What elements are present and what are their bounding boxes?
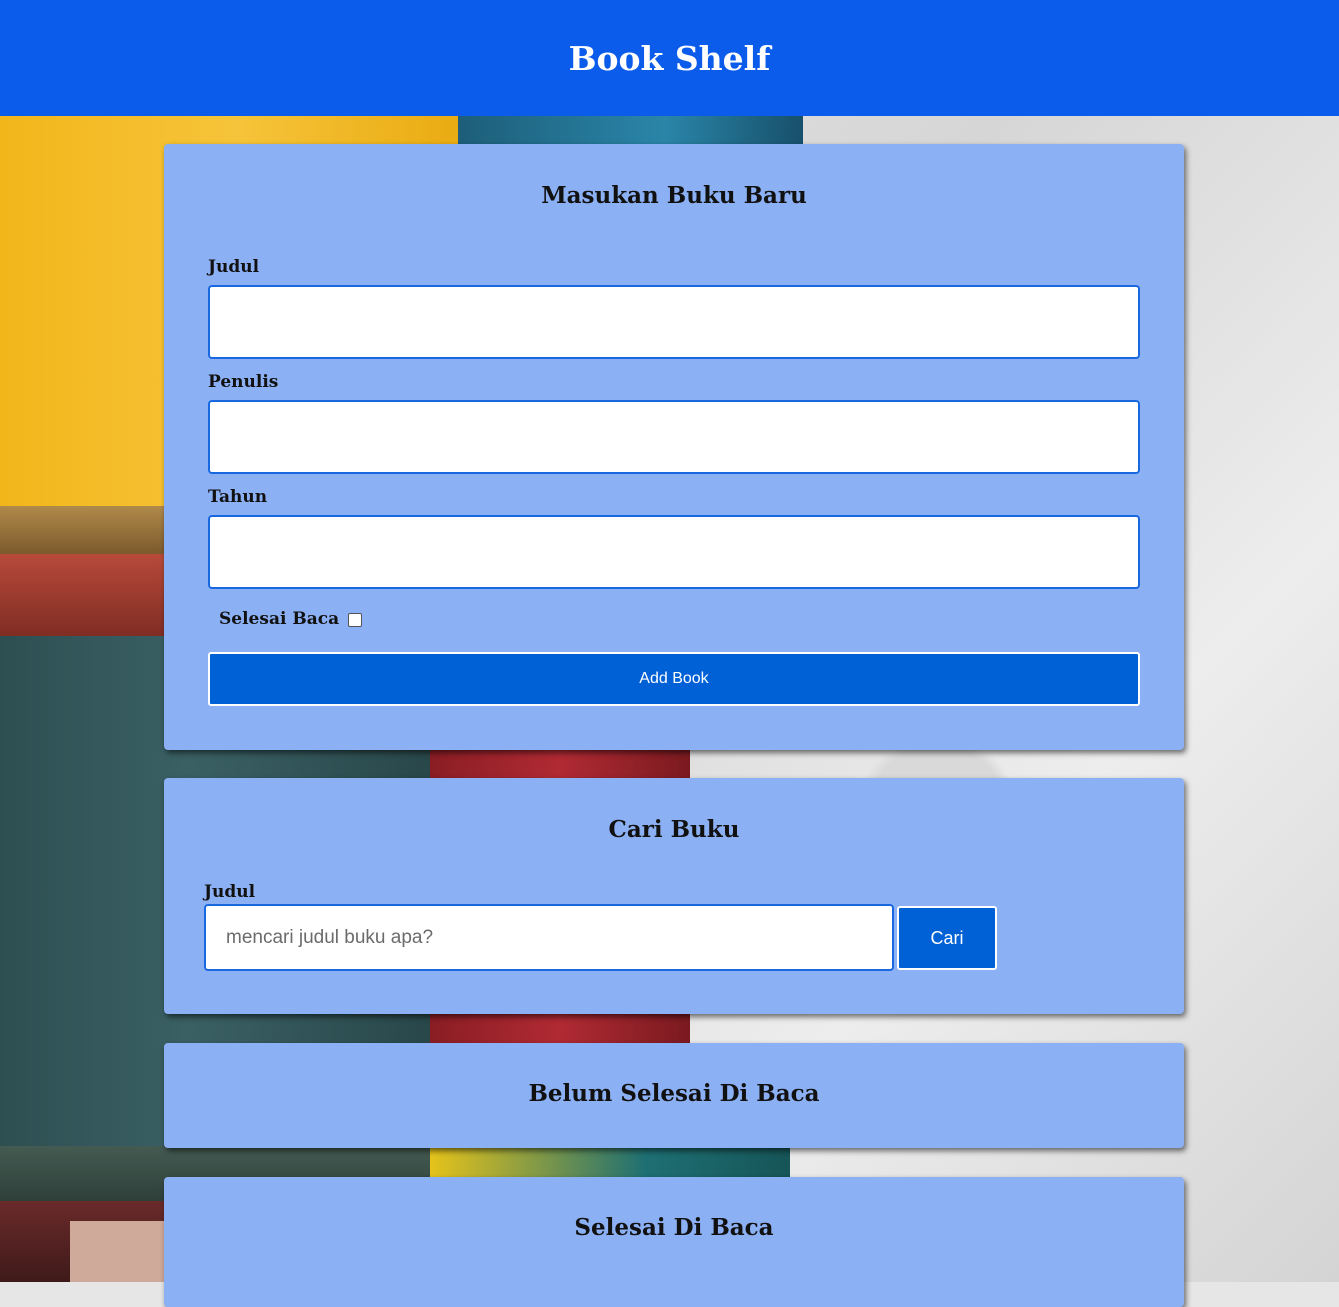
search-button[interactable]: Cari [897,906,997,970]
add-book-title: Masukan Buku Baru [541,182,807,209]
incomplete-shelf-title: Belum Selesai Di Baca [528,1080,820,1107]
app-header: Book Shelf [0,0,1339,116]
complete-shelf-title: Selesai Di Baca [574,1214,774,1241]
search-input[interactable] [204,904,894,971]
app-title: Book Shelf [568,38,771,78]
author-input[interactable] [208,400,1140,474]
search-label: Judul [204,882,256,902]
search-title: Cari Buku [608,816,740,843]
finished-checkbox-label: Selesai Baca [219,609,340,629]
year-input[interactable] [208,515,1140,589]
year-label: Tahun [208,487,268,507]
complete-shelf: Selesai Di Baca [164,1177,1184,1307]
add-book-button[interactable]: Add Book [208,652,1140,706]
finished-checkbox[interactable] [348,613,362,627]
title-input[interactable] [208,285,1140,359]
search-section: Cari Buku Judul Cari [164,778,1184,1014]
author-label: Penulis [208,372,279,392]
title-label: Judul [208,257,260,277]
incomplete-shelf: Belum Selesai Di Baca [164,1043,1184,1148]
add-book-section: Masukan Buku Baru Judul Penulis Tahun Se… [164,144,1184,750]
